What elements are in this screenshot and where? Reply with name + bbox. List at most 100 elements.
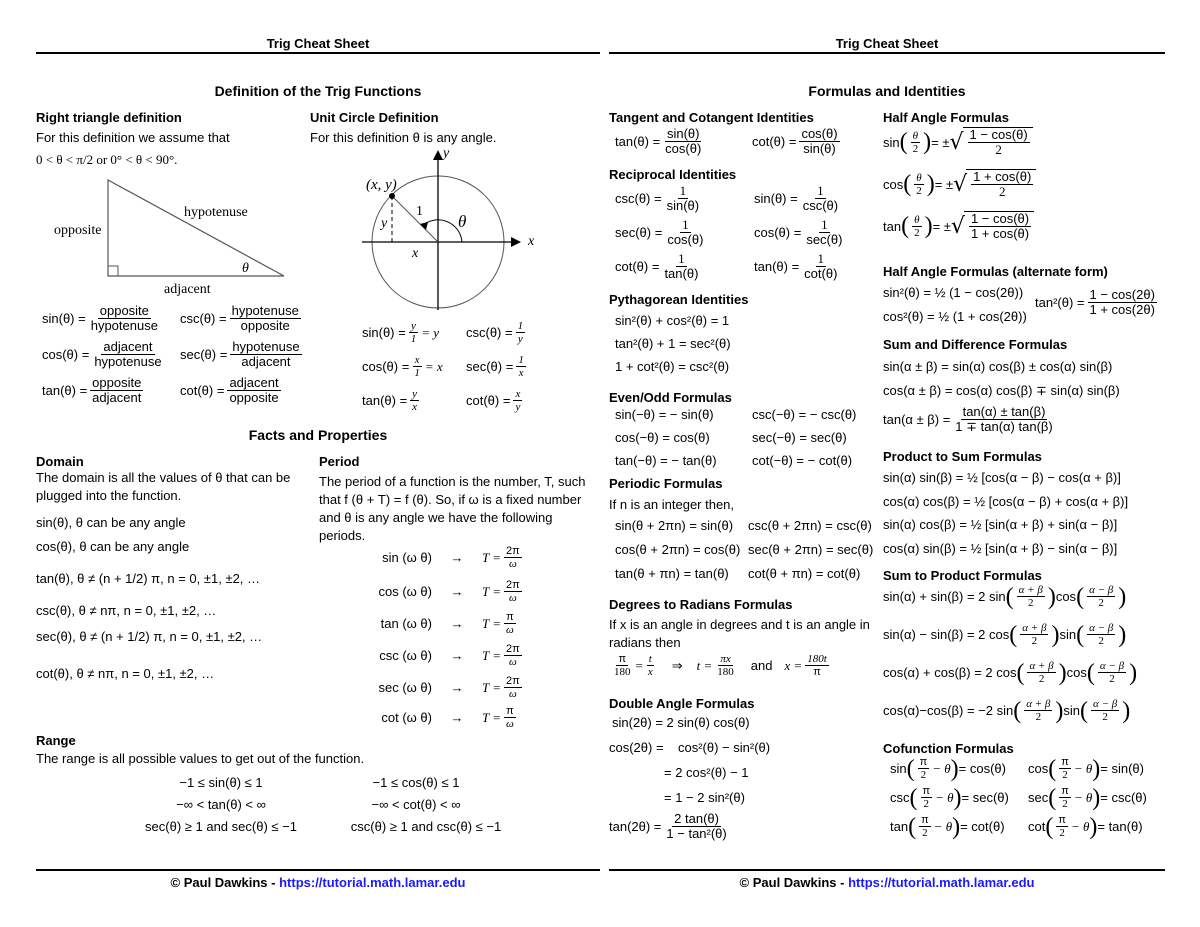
def-csc: csc(θ) = hypotenuse opposite [180,303,301,334]
def-sin: sin(θ) = opposite hypotenuse [42,303,158,334]
period-row: sec (ω θ) → T = 2π ω [378,675,522,701]
page-header: Trig Cheat Sheet [835,36,939,51]
unit-circle-diagram: (x, y) 1 θ x y x y [362,146,535,310]
label-theta: θ [458,212,466,231]
label-hypotenuse: hypotenuse [184,205,248,220]
half-angle-alt-sin: sin²(θ) = ½ (1 − cos(2θ)) [883,285,1024,300]
heading-deg-rad: Degrees to Radians Formulas [609,597,793,612]
heading-sum-diff: Sum and Difference Formulas [883,337,1068,352]
reciprocal-item: sin(θ) = 1 csc(θ) [754,183,839,214]
cofunction-item: cot(π 2− θ) = tan(θ) [1028,813,1143,840]
half-angle-item: tan(θ 2) = ± √ 1 − cos(θ) 1 + cos(θ) [883,211,1035,242]
uc-csc: csc(θ) = 1 y [466,320,526,346]
deg-rad-formula: π 180 = tx ⇒ t = πx 180 and x = 180t π [614,653,829,679]
range-item: −∞ < tan(θ) < ∞ [176,797,266,812]
even-odd-item: csc(−θ) = − csc(θ) [752,407,857,422]
double-angle-sin: sin(2θ) = 2 sin(θ) cos(θ) [612,715,750,730]
label-x-seg: x [411,246,419,261]
half-angle-alt-cos: cos²(θ) = ½ (1 + cos(2θ)) [883,309,1027,324]
deg-rad-intro: If x is an angle in degrees and t is an … [609,617,870,650]
footer-rule [36,869,600,871]
even-odd-item: tan(−θ) = − tan(θ) [615,453,717,468]
heading-range: Range [36,733,76,748]
uc-tan: tan(θ) = y x [362,388,420,414]
identity-tan: tan(θ) = sin(θ) cos(θ) [615,126,702,157]
section-title-facts: Facts and Properties [248,427,388,443]
footer-link[interactable]: https://tutorial.math.lamar.edu [848,875,1034,890]
range-item: −1 ≤ cos(θ) ≤ 1 [372,775,460,790]
periodic-item: cos(θ + 2πn) = cos(θ) [615,542,741,557]
footer-rule [609,869,1165,871]
periodic-item: sec(θ + 2πn) = sec(θ) [748,542,874,557]
cofunction-item: cos(π 2− θ) = sin(θ) [1028,755,1144,782]
periodic-intro: If n is an integer then, [609,497,735,512]
period-intro: The period of a function is the number, … [319,474,586,543]
sum-diff-tan: tan(α ± β) = tan(α) ± tan(β) 1 ∓ tan(α) ta… [883,404,1053,435]
sum-product-item: cos(α)−cos(β) = −2 sin(α + β 2) sin(α − β2… [883,697,1131,724]
label-point: (x, y) [366,177,397,193]
domain-item: sec(θ), θ ≠ (n + 1/2) π, n = 0, ±1, ±2, … [36,629,263,644]
label-adjacent: adjacent [164,282,211,297]
cofunction-item: sec(π 2− θ) = csc(θ) [1028,784,1147,811]
heading-right-triangle: Right triangle definition [36,110,182,125]
uc-cot: cot(θ) = x y [466,388,523,414]
heading-half-angle: Half Angle Formulas [883,110,1009,125]
right-triangle-assumption: 0 < θ < π/2 or 0° < θ < 90°. [36,152,178,167]
double-angle-cos-line: cos²(θ) − sin²(θ) [678,740,771,755]
domain-intro: The domain is all the values of θ that c… [36,470,291,503]
pythagorean-item: 1 + cot²(θ) = csc²(θ) [615,359,730,374]
def-cot: cot(θ) = adjacent opposite [180,375,281,406]
label-y-axis: y [441,146,450,161]
uc-sec: sec(θ) = 1 x [466,354,526,380]
periodic-item: tan(θ + πn) = tan(θ) [615,566,729,581]
range-item: sec(θ) ≥ 1 and sec(θ) ≤ −1 [145,819,297,834]
right-page: Trig Cheat Sheet Formulas and Identities… [609,0,1165,927]
period-row: tan (ω θ) → T = π ω [380,611,516,637]
reciprocal-item: cot(θ) = 1 tan(θ) [615,251,699,282]
even-odd-item: cos(−θ) = cos(θ) [615,430,710,445]
header-rule [36,52,600,54]
double-angle-cos-lhs: cos(2θ) = [609,740,664,755]
footer-link[interactable]: https://tutorial.math.lamar.edu [279,875,465,890]
pythagorean-item: tan²(θ) + 1 = sec²(θ) [615,336,731,351]
footer: © Paul Dawkins - https://tutorial.math.l… [36,875,600,890]
heading-periodic: Periodic Formulas [609,476,723,491]
product-sum-item: sin(α) cos(β) = ½ [sin(α + β) + sin(α − … [883,517,1118,532]
cofunction-item: sin(π 2− θ) = cos(θ) [890,755,1006,782]
reciprocal-item: csc(θ) = 1 sin(θ) [615,183,700,214]
section-title-formulas: Formulas and Identities [808,83,966,99]
domain-item: csc(θ), θ ≠ nπ, n = 0, ±1, ±2, … [36,603,217,618]
range-intro: The range is all possible values to get … [36,751,365,766]
range-item: csc(θ) ≥ 1 and csc(θ) ≤ −1 [350,819,502,834]
even-odd-item: cot(−θ) = − cot(θ) [752,453,853,468]
heading-domain: Domain [36,454,84,469]
right-triangle-intro: For this definition we assume that [36,130,230,145]
half-angle-item: cos(θ 2) = ± √ 1 + cos(θ) 2 [883,169,1037,200]
sum-product-item: sin(α) + sin(β) = 2 sin(α + β 2) cos(α − β… [883,583,1127,610]
periodic-item: sin(θ + 2πn) = sin(θ) [615,518,734,533]
cofunction-item: csc(π 2− θ) = sec(θ) [890,784,1009,811]
range-item: −1 ≤ sin(θ) ≤ 1 [179,775,263,790]
heading-double-angle: Double Angle Formulas [609,696,755,711]
uc-sin: sin(θ) = y 1 = y [362,320,440,346]
period-row: csc (ω θ) → T = 2π ω [379,643,522,669]
double-angle-cos-line: = 2 cos²(θ) − 1 [664,765,749,780]
double-angle-tan: tan(2θ) = 2 tan(θ) 1 − tan²(θ) [609,811,727,842]
heading-half-angle-alt: Half Angle Formulas (alternate form) [883,264,1108,279]
footer-author: © Paul Dawkins - [170,875,280,890]
double-angle-cos-line: = 1 − 2 sin²(θ) [664,790,745,805]
footer: © Paul Dawkins - https://tutorial.math.l… [609,875,1165,890]
heading-even-odd: Even/Odd Formulas [609,390,732,405]
domain-item: cos(θ), θ can be any angle [36,539,190,554]
even-odd-item: sin(−θ) = − sin(θ) [615,407,714,422]
product-sum-item: cos(α) sin(β) = ½ [sin(α + β) − sin(α − … [883,541,1118,556]
section-title-definitions: Definition of the Trig Functions [214,83,422,99]
sum-product-item: sin(α) − sin(β) = 2 cos(α + β 2) sin(α − β… [883,621,1127,648]
half-angle-item: sin(θ 2) = ± √ 1 − cos(θ) 2 [883,127,1033,158]
label-y-seg: y [379,216,388,231]
half-angle-alt-tan: tan²(θ) = 1 − cos(2θ) 1 + cos(2θ) [1035,287,1157,318]
footer-author: © Paul Dawkins - [739,875,849,890]
periodic-item: csc(θ + 2πn) = csc(θ) [748,518,872,533]
heading-tan-cot: Tangent and Cotangent Identities [609,110,814,125]
label-radius: 1 [416,204,423,219]
